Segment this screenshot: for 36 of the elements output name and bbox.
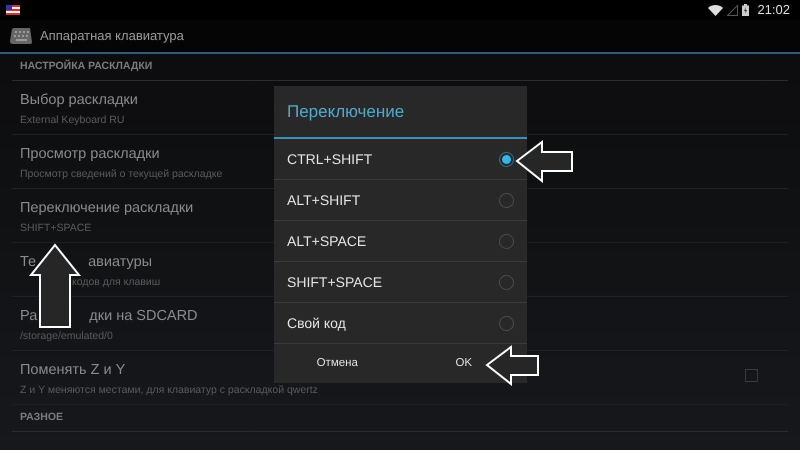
cancel-button[interactable]: Отмена (310, 349, 364, 379)
radio-option[interactable]: ALT+SPACE (274, 221, 527, 262)
signal-icon (727, 4, 738, 16)
item-summary: SHIFT+SPACE (20, 222, 92, 234)
item-title: Выбор раскладки (20, 91, 138, 110)
radio-button[interactable] (499, 274, 514, 290)
item-title: Просмотр раскладки (20, 145, 160, 164)
item-title: Те (20, 253, 36, 272)
radio-button[interactable] (499, 316, 514, 330)
item-title: Поменять Z и Y (20, 361, 126, 380)
app-title: Аппаратная клавиатура (40, 27, 184, 46)
radio-option[interactable]: Свой код (274, 303, 527, 344)
radio-option[interactable]: ALT+SHIFT (274, 180, 527, 221)
item-summary: External Keyboard RU (20, 114, 124, 126)
radio-button[interactable] (499, 152, 514, 166)
radio-button[interactable] (499, 234, 514, 248)
item-title: Ра (20, 307, 38, 326)
item-summary: /storage/emulated/0 (20, 330, 113, 342)
item-title: Переключение раскладки (20, 199, 194, 218)
battery-icon (742, 4, 750, 16)
radio-option[interactable]: SHIFT+SPACE (274, 262, 527, 303)
section-header: РАЗНОЕ (20, 410, 63, 426)
section-header: НАСТРОЙКА РАСКЛАДКИ (20, 59, 152, 74)
flag-icon (6, 5, 20, 15)
keyboard-icon (10, 27, 32, 45)
item-summary: кодов для клавиш (72, 276, 160, 288)
item-title: авиатуры (88, 253, 152, 272)
dialog-title: Переключение (287, 100, 404, 123)
item-summary: Z и Y меняются местами, для клавиатур с раскладкой qwertz (20, 384, 318, 396)
radio-button[interactable] (499, 192, 514, 208)
ok-button[interactable]: OK (449, 349, 478, 379)
item-summary: Просмотр сведений о текущей раскладке (20, 168, 222, 180)
item-title: дки на SDCARD (89, 307, 198, 326)
clock: 21:02 (757, 1, 790, 20)
wifi-icon (708, 4, 724, 16)
checkbox[interactable] (745, 369, 758, 382)
